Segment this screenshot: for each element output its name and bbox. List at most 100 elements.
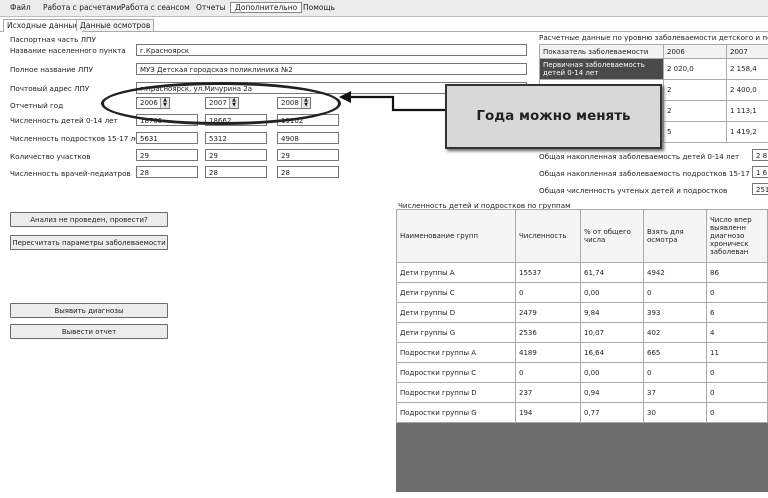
group-count-cell: 0 (515, 362, 581, 383)
menu-help[interactable]: Помощь (303, 3, 335, 12)
run-analysis-button[interactable]: Анализ не проведен, провести? (10, 212, 168, 227)
groups-header-cell: Наименование групп (396, 209, 516, 263)
group-exam-cell: 0 (643, 362, 707, 383)
group-diagnoses-cell: 86 (706, 262, 768, 283)
group-count-cell: 194 (515, 402, 581, 423)
group-name-cell: Дети группы G (396, 322, 516, 343)
year-label: Отчетный год (10, 101, 64, 110)
group-diagnoses-cell: 0 (706, 282, 768, 303)
tab-source-data[interactable]: Исходные данные (3, 19, 83, 32)
group-name-cell: Подростки группы C (396, 362, 516, 383)
teens-field-3[interactable]: 4908 (277, 132, 339, 144)
group-name-cell: Подростки группы G (396, 402, 516, 423)
districts-field-3[interactable]: 29 (277, 149, 339, 161)
group-percent-cell: 9,84 (580, 302, 644, 323)
pediatricians-field-1[interactable]: 28 (136, 166, 198, 178)
group-diagnoses-cell: 0 (706, 382, 768, 403)
group-count-cell: 2536 (515, 322, 581, 343)
groups-header-cell: Численность (515, 209, 581, 263)
annotation-callout: Года можно менять (445, 84, 662, 149)
group-count-cell: 237 (515, 382, 581, 403)
group-diagnoses-cell: 6 (706, 302, 768, 323)
group-percent-cell: 0,00 (580, 362, 644, 383)
calc-cell: 2 (663, 100, 727, 122)
print-report-button[interactable]: Вывести отчет (10, 324, 168, 339)
group-count-cell: 2479 (515, 302, 581, 323)
cum-teens-field[interactable]: 1 6 (752, 166, 768, 178)
group-name-cell: Дети группы D (396, 302, 516, 323)
calc-cell: 1 419,2 (726, 121, 768, 143)
group-exam-cell: 0 (643, 282, 707, 303)
group-percent-cell: 0,00 (580, 282, 644, 303)
menu-additional[interactable]: Дополнительно (230, 2, 303, 13)
group-name-cell: Подростки группы A (396, 342, 516, 363)
calc-title: Расчетные данные по уровню заболеваемост… (539, 33, 768, 42)
group-exam-cell: 402 (643, 322, 707, 343)
table-row[interactable]: Подростки группы G 194 0,77 30 0 (396, 402, 768, 423)
menu-file[interactable]: Файл (10, 3, 31, 12)
calc-row-label[interactable]: Первичная заболеваемость детей 0-14 лет (539, 58, 664, 80)
group-percent-cell: 16,64 (580, 342, 644, 363)
full-name-label: Полное название ЛПУ (10, 65, 94, 74)
tab-strip: Исходные данные Данные осмотров (0, 18, 768, 32)
children-label: Численность детей 0-14 лет (10, 116, 118, 125)
districts-label: Количество участков (10, 152, 91, 161)
group-count-cell: 15537 (515, 262, 581, 283)
table-row[interactable]: Дети группы D 2479 9,84 393 6 (396, 302, 768, 323)
menu-reports[interactable]: Отчеты (196, 3, 226, 12)
districts-field-2[interactable]: 29 (205, 149, 267, 161)
calc-cell: 5 (663, 121, 727, 143)
calc-cell: 1 113,1 (726, 100, 768, 122)
address-label: Почтовый адрес ЛПУ (10, 84, 90, 93)
group-name-cell: Дети группы C (396, 282, 516, 303)
table-row[interactable]: Подростки группы A 4189 16,64 665 11 (396, 342, 768, 363)
group-name-cell: Подростки группы D (396, 382, 516, 403)
cum-children-field[interactable]: 2 8 (752, 149, 768, 161)
full-name-field[interactable]: МУЗ Детская городская поликлиника №2 (136, 63, 527, 75)
districts-field-1[interactable]: 29 (136, 149, 198, 161)
calc-cell: 2 020,0 (663, 58, 727, 80)
calc-cell: 2 158,4 (726, 58, 768, 80)
passport-section-label: Паспортная часть ЛПУ (10, 35, 96, 44)
group-count-cell: 4189 (515, 342, 581, 363)
table-row[interactable]: Дети группы G 2536 10,07 402 4 (396, 322, 768, 343)
menu-bar: Файл Работа с расчетами Работа с сеансом… (0, 0, 768, 17)
calc-cell: 2 400,0 (726, 79, 768, 101)
pediatricians-field-3[interactable]: 28 (277, 166, 339, 178)
table-row[interactable]: Подростки группы D 237 0,94 37 0 (396, 382, 768, 403)
table-row[interactable]: Подростки группы C 0 0,00 0 0 (396, 362, 768, 383)
calc-cell: 2 (663, 79, 727, 101)
group-exam-cell: 665 (643, 342, 707, 363)
group-percent-cell: 0,77 (580, 402, 644, 423)
teens-field-2[interactable]: 5312 (205, 132, 267, 144)
tab-exam-data[interactable]: Данные осмотров (76, 19, 155, 31)
group-name-cell: Дети группы A (396, 262, 516, 283)
teens-field-1[interactable]: 5631 (136, 132, 198, 144)
group-count-cell: 0 (515, 282, 581, 303)
annotation-arrow-icon (339, 91, 445, 112)
group-exam-cell: 37 (643, 382, 707, 403)
settlement-field[interactable]: г.Красноярск (136, 44, 527, 56)
group-percent-cell: 10,07 (580, 322, 644, 343)
pediatricians-field-2[interactable]: 28 (205, 166, 267, 178)
settlement-label: Название населенного пункта (10, 46, 126, 55)
menu-session[interactable]: Работа с сеансом (121, 3, 190, 12)
detect-diagnoses-button[interactable]: Выявить диагнозы (10, 303, 168, 318)
table-row[interactable]: Дети группы C 0 0,00 0 0 (396, 282, 768, 303)
calc-header-cell: Показатель заболеваемости (539, 44, 664, 59)
group-exam-cell: 393 (643, 302, 707, 323)
recalc-button[interactable]: Пересчитать параметры заболеваемости (10, 235, 168, 250)
group-percent-cell: 0,94 (580, 382, 644, 403)
groups-header-cell: Число впер выявленн диагнозо хроническ з… (706, 209, 768, 263)
groups-header-cell: % от общего числа (580, 209, 644, 263)
calc-header-cell: 2007 (726, 44, 768, 59)
group-diagnoses-cell: 11 (706, 342, 768, 363)
group-exam-cell: 4942 (643, 262, 707, 283)
teens-label: Численность подростков 15-17 лет (10, 134, 144, 143)
group-exam-cell: 30 (643, 402, 707, 423)
groups-table: Наименование групп Численность % от обще… (396, 209, 768, 423)
total-field[interactable]: 251 (752, 183, 768, 195)
menu-calculations[interactable]: Работа с расчетами (43, 3, 121, 12)
group-diagnoses-cell: 0 (706, 402, 768, 423)
table-row[interactable]: Дети группы A 15537 61,74 4942 86 (396, 262, 768, 283)
